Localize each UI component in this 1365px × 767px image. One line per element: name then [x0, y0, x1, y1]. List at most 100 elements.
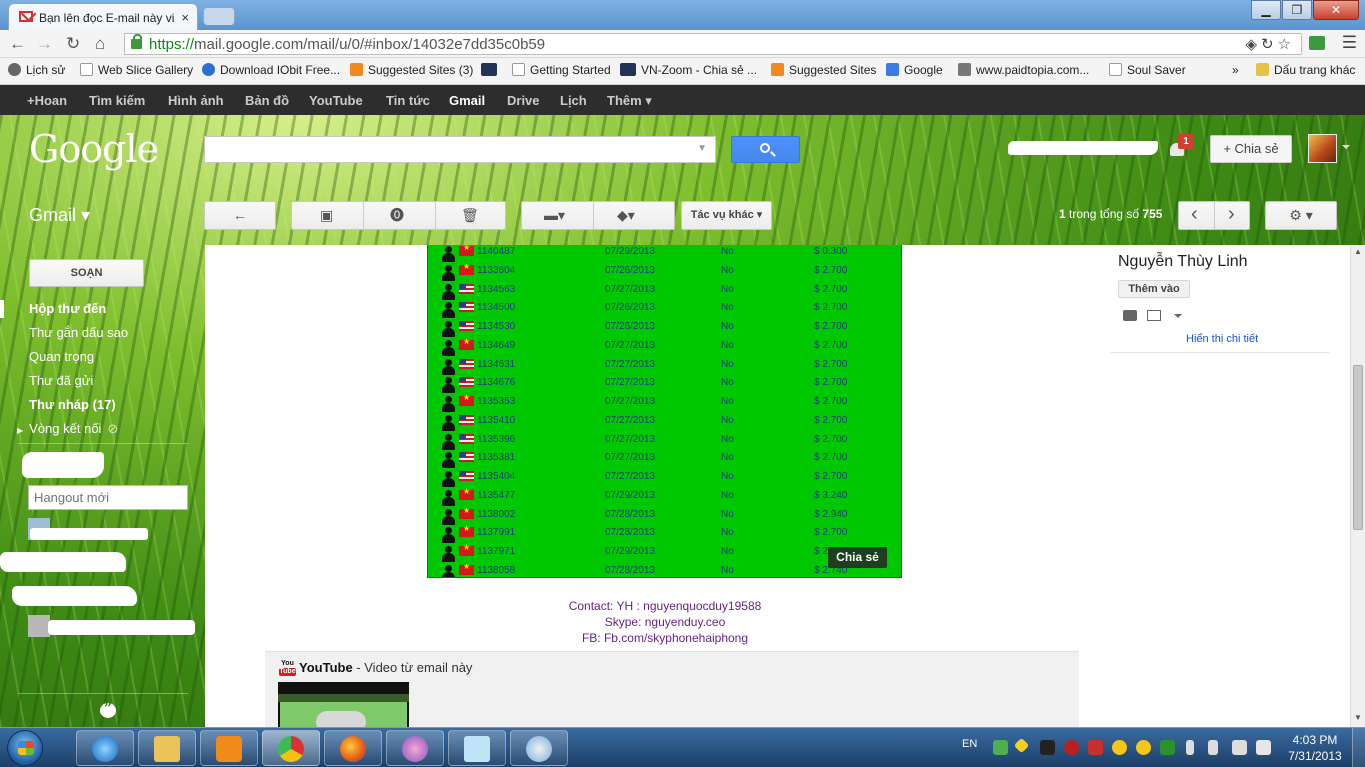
taskbar-paint[interactable]	[510, 730, 568, 766]
taskbar-ie[interactable]	[76, 730, 134, 766]
bookmark-google[interactable]: Google	[886, 63, 943, 77]
nav-starred[interactable]: Thư gắn dấu sao	[29, 325, 128, 340]
new-tab-button[interactable]	[203, 7, 235, 25]
bookmark-suggested-3[interactable]: Suggested Sites (3)	[350, 63, 473, 77]
archive-icon[interactable]: ▣	[320, 202, 333, 229]
taskbar-chrome[interactable]	[262, 730, 320, 766]
url-text[interactable]: https://mail.google.com/mail/u/0/#inbox/…	[149, 36, 545, 53]
newer-chevron-icon[interactable]: ‹	[1191, 202, 1198, 227]
bookmark-soul-saver[interactable]: Soul Saver	[1109, 63, 1186, 77]
taskbar-firefox[interactable]	[324, 730, 382, 766]
minimize-icon[interactable]: ▁	[1251, 0, 1281, 20]
extension-icon[interactable]	[1309, 36, 1325, 50]
scrollbar-thumb[interactable]	[1353, 365, 1363, 530]
gbar-images[interactable]: Hình ảnh	[168, 93, 224, 108]
bookmark-paidtopia[interactable]: www.paidtopia.com...	[958, 63, 1089, 77]
tab-close-icon[interactable]: ×	[181, 10, 189, 25]
gmail-menu[interactable]: Gmail ▾	[29, 205, 90, 226]
forward-arrow-icon[interactable]: →	[36, 34, 53, 54]
email-icon[interactable]	[1147, 310, 1161, 321]
maximize-icon[interactable]: ❐	[1282, 0, 1312, 20]
hangouts-chat-icon[interactable]	[100, 701, 116, 718]
tray-diamond-icon[interactable]	[1013, 737, 1030, 754]
chat-icon[interactable]	[1123, 310, 1137, 321]
browser-tab-gmail[interactable]: Bạn lên đọc E-mail này vi ×	[8, 3, 198, 30]
gbar-more[interactable]: Thêm ▾	[607, 93, 652, 109]
nav-inbox[interactable]: Hộp thư đến	[29, 301, 106, 316]
tray-monitor-icon[interactable]	[1232, 740, 1247, 755]
back-arrow-icon[interactable]: ←	[9, 34, 26, 54]
address-bar[interactable]: https://mail.google.com/mail/u/0/#inbox/…	[124, 33, 1302, 55]
tray-action-center-icon[interactable]	[1256, 740, 1271, 755]
account-avatar[interactable]	[1308, 134, 1337, 163]
scroll-down-arrow-icon[interactable]: ▼	[1354, 713, 1362, 722]
more-actions-button[interactable]: Tác vụ khác ▾	[681, 201, 772, 230]
share-button[interactable]: + Chia sẻ	[1210, 135, 1292, 163]
gbar-drive[interactable]: Drive	[507, 93, 540, 108]
compose-button[interactable]: SOẠN	[29, 259, 144, 287]
tray-app-icon[interactable]	[1040, 740, 1055, 755]
folder-move-icon[interactable]: ▬▾	[544, 202, 565, 229]
account-caret-icon[interactable]	[1342, 145, 1350, 149]
show-desktop-button[interactable]	[1352, 728, 1365, 767]
gbar-gmail[interactable]: Gmail	[449, 93, 485, 108]
reload-icon[interactable]: ↻	[66, 34, 80, 54]
scroll-up-arrow-icon[interactable]: ▲	[1354, 247, 1362, 256]
bookmark-other[interactable]: Dấu trang khác	[1256, 63, 1355, 77]
nav-sent[interactable]: Thư đã gửi	[29, 373, 93, 388]
gbar-search[interactable]: Tìm kiếm	[89, 93, 145, 108]
youtube-video-thumbnail[interactable]	[278, 682, 409, 727]
new-hangout-input[interactable]	[28, 485, 188, 510]
input-language[interactable]: EN	[962, 738, 977, 750]
tray-battery-icon[interactable]	[1186, 740, 1194, 755]
tray-network-icon[interactable]	[993, 740, 1008, 755]
tray-app-icon[interactable]	[1160, 740, 1175, 755]
bookmark-iobit[interactable]: Download IObit Free...	[202, 63, 340, 77]
add-to-circles-button[interactable]: Thêm vào	[1118, 280, 1190, 298]
expand-triangle-icon[interactable]: ▶	[17, 426, 23, 435]
back-to-inbox-button[interactable]: ←	[204, 201, 276, 230]
window-close-icon[interactable]: ✕	[1313, 0, 1359, 20]
gbar-news[interactable]: Tin tức	[386, 93, 430, 108]
older-chevron-icon[interactable]: ›	[1228, 202, 1235, 227]
page-scrollbar[interactable]: ▲ ▼	[1350, 245, 1365, 727]
bookmark-suggested[interactable]: Suggested Sites	[771, 63, 876, 77]
tray-yahoo-icon[interactable]	[1136, 740, 1151, 755]
label-icon[interactable]: ◆▾	[617, 202, 635, 229]
nav-important[interactable]: Quan trọng	[29, 349, 94, 364]
system-clock[interactable]: 4:03 PM 7/31/2013	[1285, 732, 1345, 764]
gbar-calendar[interactable]: Lịch	[560, 93, 587, 108]
nav-circles[interactable]: ▶ Vòng kết nối ⊘	[17, 421, 118, 437]
omnibox-action-icons[interactable]: ◈↻☆	[1245, 35, 1295, 53]
search-input[interactable]: ▼	[204, 136, 716, 163]
settings-gear-button[interactable]: ⚙ ▾	[1265, 201, 1337, 230]
taskbar-window[interactable]	[448, 730, 506, 766]
play-button-icon[interactable]	[316, 711, 366, 727]
delete-icon[interactable]: 🗑	[461, 202, 479, 229]
notification-count-badge[interactable]: 1	[1178, 134, 1194, 149]
tray-volume-icon[interactable]	[1208, 740, 1218, 755]
bookmark-history[interactable]: Lịch sử	[8, 63, 65, 77]
tray-v-icon[interactable]	[1088, 740, 1103, 755]
taskbar-media-player[interactable]	[200, 730, 258, 766]
report-spam-icon[interactable]: ⓿	[390, 202, 404, 229]
search-button[interactable]	[731, 136, 800, 163]
image-share-button[interactable]: Chia sẻ	[828, 547, 887, 568]
taskbar-explorer[interactable]	[138, 730, 196, 766]
start-button[interactable]	[7, 730, 43, 766]
bookmark-web-slice[interactable]: Web Slice Gallery	[80, 63, 193, 77]
gbar-youtube[interactable]: YouTube	[309, 93, 363, 108]
home-icon[interactable]: ⌂	[95, 34, 105, 54]
google-logo[interactable]: Google	[29, 127, 159, 171]
more-caret-icon[interactable]	[1174, 314, 1182, 318]
chrome-menu-icon[interactable]: ☰	[1342, 33, 1357, 53]
bookmark-getting-started[interactable]: Getting Started	[481, 63, 611, 77]
contact-avatar[interactable]	[28, 615, 50, 637]
taskbar-paint-app[interactable]	[386, 730, 444, 766]
search-options-caret-icon[interactable]: ▼	[697, 143, 707, 154]
bookmarks-overflow-chevron[interactable]: »	[1232, 63, 1239, 77]
tray-yahoo-icon[interactable]	[1112, 740, 1127, 755]
nav-drafts[interactable]: Thư nháp (17)	[29, 397, 116, 412]
tray-antivirus-icon[interactable]	[1064, 740, 1079, 755]
bookmark-vn-zoom[interactable]: VN-Zoom - Chia sẻ ...	[620, 63, 757, 77]
